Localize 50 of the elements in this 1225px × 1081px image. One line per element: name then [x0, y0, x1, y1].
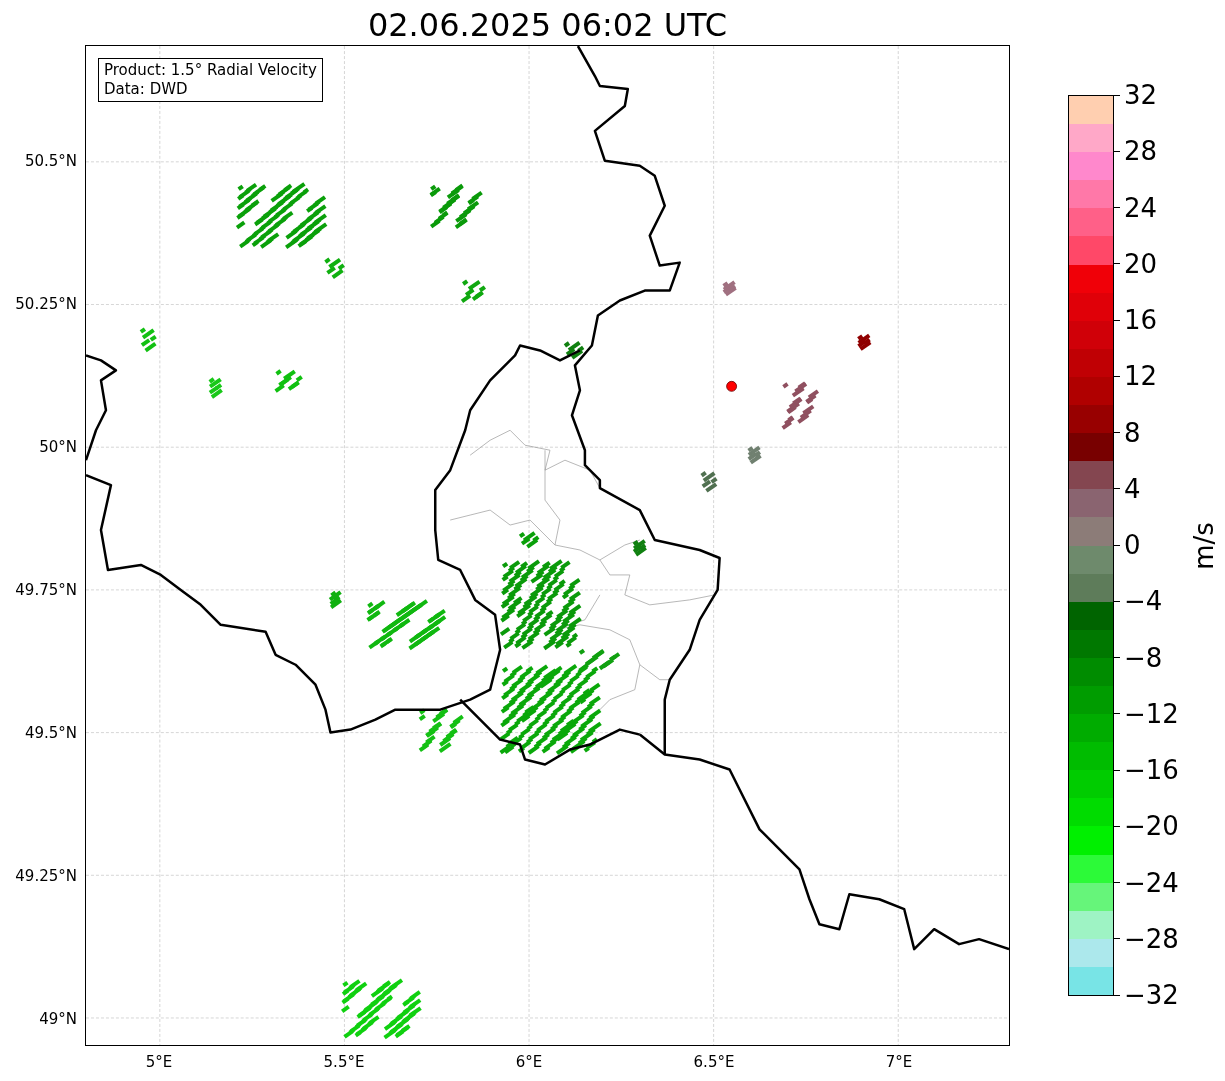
colorbar-tick-label: −24 — [1123, 866, 1179, 899]
radar-echo — [857, 333, 872, 351]
radar-site-marker — [726, 380, 737, 392]
longitude-label: 7°E — [885, 1052, 913, 1072]
radar-echo — [747, 445, 762, 465]
chart-title: 02.06.2025 06:02 UTC — [367, 5, 728, 45]
radar-echo — [274, 369, 303, 393]
latitude-label: 50.25°N — [15, 294, 78, 314]
radar-echo — [324, 257, 345, 279]
colorbar-unit-label: m/s — [1188, 521, 1220, 570]
colorbar-tick-label: −28 — [1123, 922, 1179, 955]
colorbar-tick-label: 32 — [1123, 79, 1158, 111]
longitude-label: 5.5°E — [323, 1052, 365, 1072]
colorbar-tick-label: −32 — [1123, 979, 1179, 1011]
radar-echo — [700, 471, 718, 493]
latitude-label: 49.25°N — [15, 866, 78, 886]
colorbar-tick-label: 0 — [1123, 529, 1141, 561]
info-text: Data: DWD — [104, 80, 189, 99]
latitude-label: 50.5°N — [24, 151, 78, 171]
latitude-label: 49°N — [39, 1009, 78, 1029]
latitude-label: 50°N — [39, 437, 78, 457]
radar-echo — [460, 279, 486, 304]
radar-echo — [418, 707, 464, 753]
colorbar-tick-label: 28 — [1123, 135, 1158, 168]
colorbar-tick-label: −16 — [1123, 754, 1179, 786]
latitude-label: 49.5°N — [24, 723, 78, 743]
latitude-label: 49.75°N — [15, 580, 78, 600]
colorbar-tick-label: 24 — [1123, 191, 1158, 224]
colorbar-tick-label: 8 — [1123, 416, 1141, 449]
longitude-label: 6.5°E — [693, 1052, 735, 1072]
colorbar-tick-label: 4 — [1123, 472, 1141, 505]
colorbar-tick-label: −4 — [1123, 585, 1163, 618]
radar-echo — [518, 531, 540, 549]
radar-echo — [208, 377, 223, 399]
info-text: Product: 1.5° Radial Velocity — [104, 61, 317, 80]
radar-echo — [781, 381, 820, 430]
radar-echo — [722, 280, 737, 297]
colorbar-tick-label: −12 — [1123, 697, 1179, 730]
longitude-label: 5°E — [145, 1052, 173, 1072]
colorbar-tick-label: 16 — [1123, 304, 1158, 336]
radar-echo — [563, 341, 585, 360]
colorbar-tick-label: 20 — [1123, 247, 1158, 280]
radar-echo — [139, 327, 157, 353]
colorbar-tick-label: −20 — [1123, 810, 1179, 843]
radar-echo — [632, 539, 647, 557]
radar-echo — [429, 183, 483, 230]
colorbar-tick-label: 12 — [1123, 360, 1158, 393]
colorbar-tick-label: −8 — [1123, 641, 1163, 674]
radar-echo — [328, 590, 343, 609]
longitude-label: 6°E — [515, 1052, 543, 1072]
